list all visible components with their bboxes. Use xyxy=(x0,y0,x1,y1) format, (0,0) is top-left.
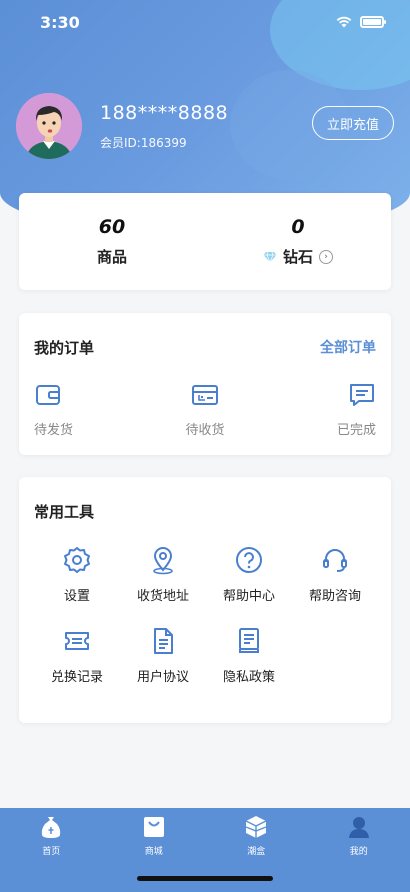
avatar-illustration xyxy=(16,93,82,159)
all-orders-link[interactable]: 全部订单 xyxy=(320,337,376,357)
tab-mine[interactable]: 我的 xyxy=(329,815,389,892)
user-icon xyxy=(348,817,369,838)
tool-settings[interactable]: 设置 xyxy=(34,545,120,604)
tool-privacy-policy[interactable]: 隐私政策 xyxy=(206,626,292,685)
orders-title: 我的订单 xyxy=(34,338,95,357)
book-icon xyxy=(239,628,259,653)
status-bar: 3:30 xyxy=(0,0,410,44)
home-indicator xyxy=(137,876,273,881)
products-label-row: 商品 xyxy=(97,246,127,267)
recharge-button[interactable]: 立即充值 xyxy=(312,106,394,140)
battery-icon xyxy=(360,16,386,28)
tab-label: 商城 xyxy=(144,847,163,857)
tools-title: 常用工具 xyxy=(34,502,95,521)
message-icon xyxy=(350,384,374,406)
location-pin-icon xyxy=(153,547,173,575)
tab-label: 我的 xyxy=(349,847,368,857)
question-icon xyxy=(236,547,262,573)
box-icon xyxy=(245,816,267,838)
stats-card: 60 商品 0 钻石 › xyxy=(19,193,391,290)
tool-help-center[interactable]: 帮助中心 xyxy=(206,545,292,604)
wifi-icon xyxy=(336,16,352,28)
order-label: 待发货 xyxy=(34,423,74,438)
order-completed[interactable]: 已完成 xyxy=(316,381,376,438)
diamonds-label-row: 钻石 › xyxy=(263,246,333,267)
status-icons xyxy=(336,16,386,28)
orders-row: 待发货 待收货 已完成 xyxy=(34,381,376,438)
tab-label: 潮盒 xyxy=(247,847,266,857)
tool-consult[interactable]: 帮助咨询 xyxy=(292,545,378,604)
delivery-box-icon xyxy=(192,385,218,405)
orders-card: 我的订单 全部订单 待发货 待收货 已完成 xyxy=(19,313,391,455)
avatar[interactable] xyxy=(16,93,82,159)
diamond-icon xyxy=(263,251,277,263)
tool-label: 帮助中心 xyxy=(222,589,275,604)
tool-label: 兑换记录 xyxy=(50,670,103,685)
order-pending-shipment[interactable]: 待发货 xyxy=(34,381,94,438)
wallet-icon xyxy=(36,385,60,405)
user-info: 188****8888 会员ID:186399 xyxy=(100,102,312,151)
orders-header: 我的订单 全部订单 xyxy=(34,313,376,381)
tab-home[interactable]: 首页 xyxy=(21,815,81,892)
diamonds-stat[interactable]: 0 钻石 › xyxy=(205,193,391,290)
order-pending-receipt[interactable]: 待收货 xyxy=(175,381,235,438)
document-icon xyxy=(154,628,173,654)
diamonds-label: 钻石 xyxy=(282,248,313,266)
ticket-icon xyxy=(65,632,89,650)
products-label: 商品 xyxy=(96,248,127,266)
tool-label: 隐私政策 xyxy=(222,670,275,685)
home-bag-icon xyxy=(42,817,61,838)
order-label: 待收货 xyxy=(185,423,225,438)
tools-card: 常用工具 设置 收货地址 帮助中心 帮助咨询 兑换记录 用户协议 隐私政策 xyxy=(19,477,391,723)
profile-section: 188****8888 会员ID:186399 立即充值 xyxy=(16,93,394,159)
shop-icon xyxy=(143,817,164,837)
tools-header: 常用工具 xyxy=(34,477,376,545)
gear-icon xyxy=(64,547,90,573)
chevron-right-icon[interactable]: › xyxy=(319,249,333,264)
tool-label: 帮助咨询 xyxy=(308,589,361,604)
products-count: 60 xyxy=(98,216,126,238)
tool-redeem-history[interactable]: 兑换记录 xyxy=(34,626,120,685)
phone-number: 188****8888 xyxy=(100,101,229,124)
status-time: 3:30 xyxy=(40,12,80,32)
order-label: 已完成 xyxy=(336,423,376,438)
tool-label: 收货地址 xyxy=(136,589,189,604)
tool-label: 设置 xyxy=(63,589,90,604)
tool-label: 用户协议 xyxy=(136,670,189,685)
member-id: 会员ID:186399 xyxy=(100,135,187,150)
tool-user-agreement[interactable]: 用户协议 xyxy=(120,626,206,685)
diamonds-count: 0 xyxy=(291,216,305,238)
headset-icon xyxy=(323,549,347,572)
tools-grid: 设置 收货地址 帮助中心 帮助咨询 兑换记录 用户协议 隐私政策 xyxy=(34,545,376,685)
products-stat[interactable]: 60 商品 xyxy=(19,193,205,290)
tab-label: 首页 xyxy=(42,847,61,857)
tool-address[interactable]: 收货地址 xyxy=(120,545,206,604)
